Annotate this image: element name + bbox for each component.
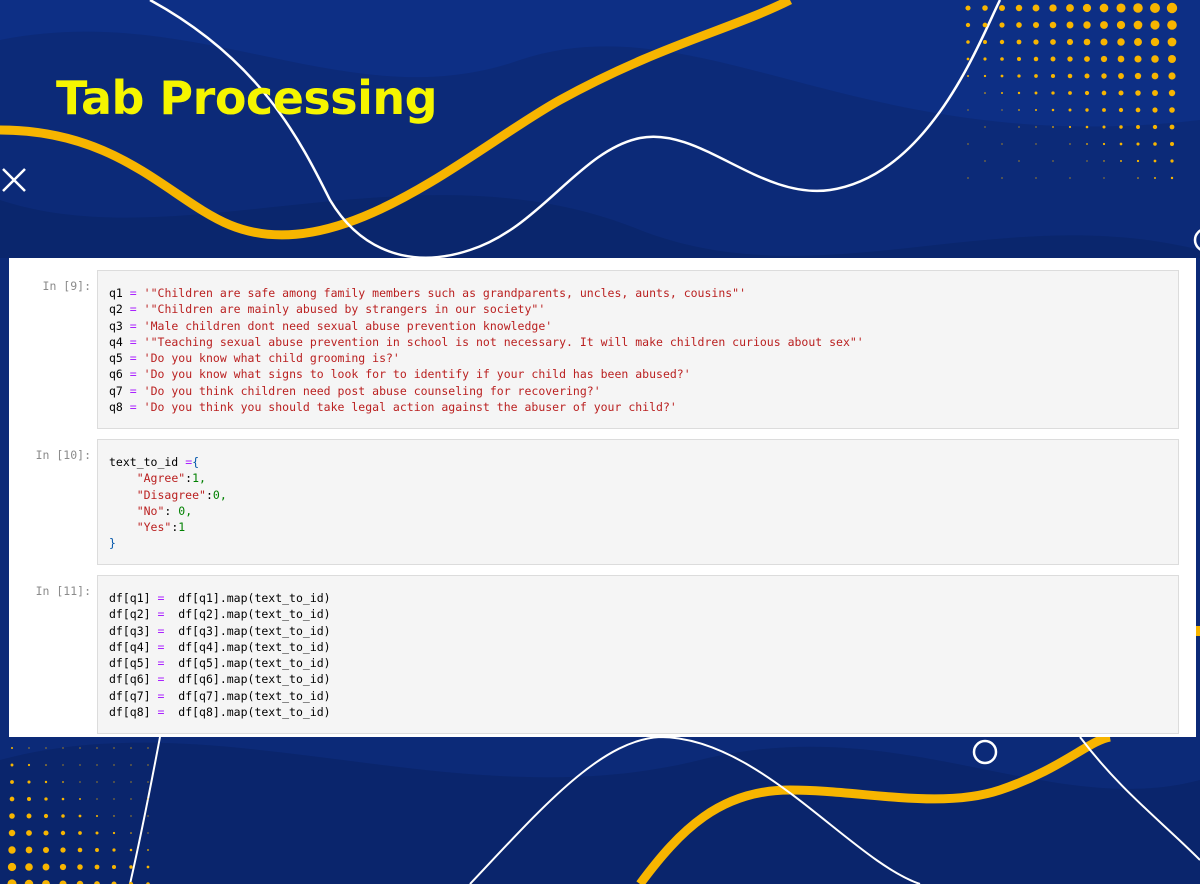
- code-input-area[interactable]: df[q1] = df[q1].map(text_to_id) df[q2] =…: [97, 575, 1179, 734]
- code-line: q8 = 'Do you think you should take legal…: [109, 400, 677, 415]
- code-line: text_to_id ={: [109, 455, 200, 469]
- code-line: q2 = '"Children are mainly abused by str…: [109, 302, 546, 317]
- code-line: df[q1] = df[q1].map(text_to_id): [109, 591, 331, 605]
- code-input-area[interactable]: text_to_id ={ "Agree":1, "Disagree":0, "…: [97, 439, 1179, 565]
- slide-title: Tab Processing: [56, 71, 438, 125]
- code-line: "No": 0,: [136, 503, 193, 518]
- code-line: df[q3] = df[q3].map(text_to_id): [109, 623, 331, 638]
- code-line: df[q4] = df[q4].map(text_to_id): [109, 639, 331, 654]
- code-line: df[q6] = df[q6].map(text_to_id): [109, 672, 331, 687]
- code-line: df[q8] = df[q8].map(text_to_id): [109, 705, 331, 720]
- code-line: q7 = 'Do you think children need post ab…: [109, 383, 601, 398]
- code-line: q3 = 'Male children dont need sexual abu…: [109, 318, 553, 333]
- code-line: q1 = '"Children are safe among family me…: [109, 286, 747, 300]
- cell-prompt: In [11]:: [35, 584, 91, 598]
- code-line: "Disagree":0,: [136, 487, 227, 502]
- code-input-area[interactable]: q1 = '"Children are safe among family me…: [97, 270, 1179, 429]
- code-line: q6 = 'Do you know what signs to look for…: [109, 367, 691, 382]
- code-line: q4 = '"Teaching sexual abuse prevention …: [109, 334, 864, 349]
- code-line: "Agree":1,: [136, 471, 206, 486]
- code-line: q5 = 'Do you know what child grooming is…: [109, 351, 400, 366]
- code-line: df[q2] = df[q2].map(text_to_id): [109, 607, 331, 622]
- code-line: }: [109, 536, 116, 551]
- code-line: df[q7] = df[q7].map(text_to_id): [109, 688, 331, 703]
- code-line: "Yes":1: [136, 520, 186, 535]
- code-line: df[q5] = df[q5].map(text_to_id): [109, 656, 331, 671]
- cell-prompt: In [10]:: [35, 448, 91, 462]
- notebook-panel: In [9]: q1 = '"Children are safe among f…: [9, 258, 1196, 737]
- cell-prompt: In [9]:: [42, 279, 91, 293]
